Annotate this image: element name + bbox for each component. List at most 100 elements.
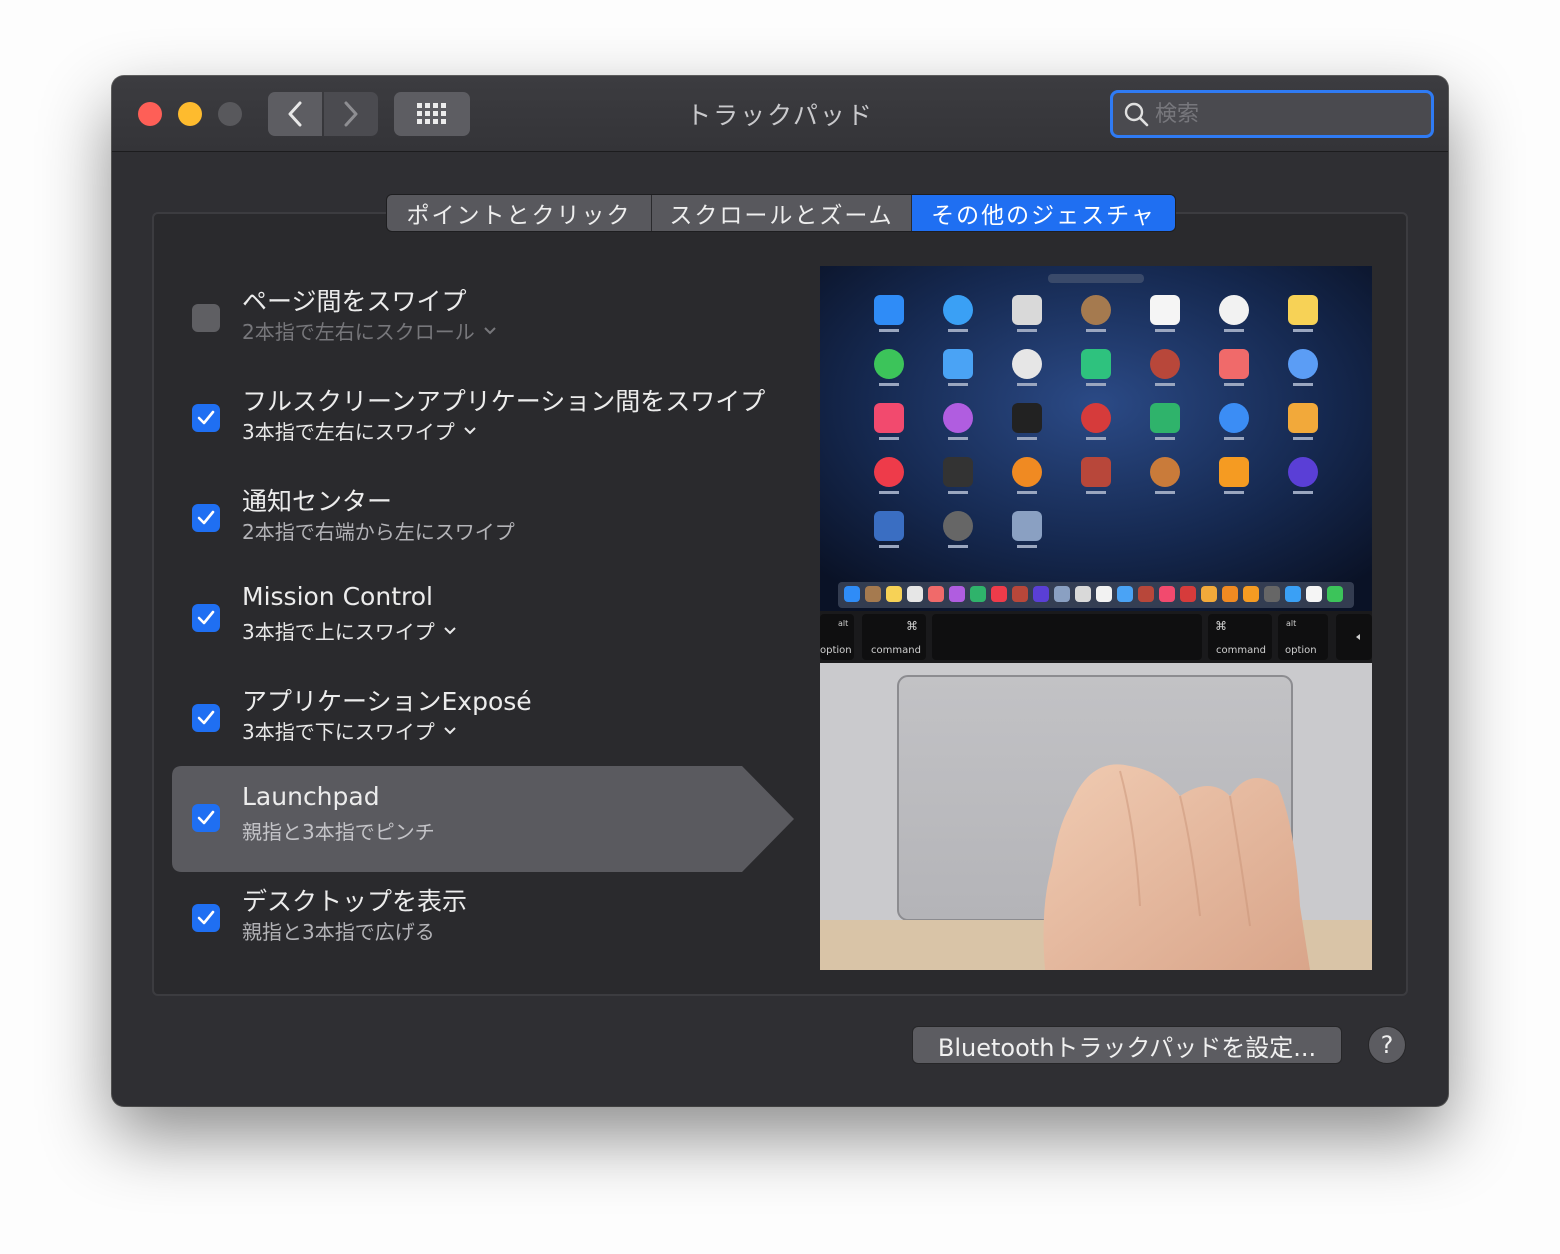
gesture-notification-center: 通知センター 2本指で右端から左にスワイプ (172, 472, 792, 572)
key-command-left: command (871, 645, 921, 656)
app-icon (1150, 403, 1180, 433)
app-icon-label-line (1155, 437, 1175, 440)
app-icon (874, 295, 904, 325)
help-button[interactable]: ? (1368, 1026, 1406, 1064)
checkmark-icon (197, 810, 215, 825)
app-icon-label-line (879, 383, 899, 386)
app-icon-label-line (1017, 383, 1037, 386)
chevron-down-icon (484, 326, 496, 334)
tab-point-and-click[interactable]: ポイントとクリック (387, 195, 651, 231)
app-icon (874, 457, 904, 487)
gesture-option-dropdown[interactable]: 3本指で下にスワイプ (242, 716, 457, 745)
app-icon-label-line (1155, 491, 1175, 494)
app-icon (1219, 403, 1249, 433)
checkbox-launchpad[interactable] (192, 804, 220, 832)
dock-icon (1054, 586, 1070, 602)
tab-scroll-and-zoom[interactable]: スクロールとズーム (651, 195, 911, 231)
dock-icon (1327, 586, 1343, 602)
app-icon (1219, 457, 1249, 487)
checkbox-notification-center[interactable] (192, 504, 220, 532)
checkbox-app-expose[interactable] (192, 704, 220, 732)
app-icon-label-line (1017, 491, 1037, 494)
app-icon (1081, 295, 1111, 325)
gesture-swipe-fullscreen-apps: フルスクリーンアプリケーション間をスワイプ 3本指で左右にスワイプ (172, 372, 792, 472)
gesture-preview-video: alt option ⌘ command ⌘ command alt optio… (820, 266, 1372, 970)
tab-bar: ポイントとクリック スクロールとズーム その他のジェスチャ (386, 194, 1176, 232)
checkmark-icon (197, 410, 215, 425)
dock-icon (1180, 586, 1196, 602)
setup-bluetooth-trackpad-button[interactable]: Bluetoothトラックパッドを設定... (912, 1026, 1342, 1064)
app-icon (1288, 403, 1318, 433)
app-icon (1288, 457, 1318, 487)
app-icon (943, 457, 973, 487)
app-icon-label-line (1224, 491, 1244, 494)
key-command-right: command (1216, 645, 1266, 656)
app-icon (1012, 511, 1042, 541)
dock-icon (907, 586, 923, 602)
app-icon (1150, 457, 1180, 487)
dock-icon (1033, 586, 1049, 602)
gesture-title: Launchpad (242, 782, 380, 811)
app-icon-label-line (879, 545, 899, 548)
gesture-title: デスクトップを表示 (242, 887, 468, 916)
app-icon-label-line (1293, 329, 1313, 332)
app-icon (1081, 457, 1111, 487)
key-option-right: option (1285, 645, 1317, 656)
gesture-subtitle: 親指と3本指でピンチ (242, 820, 435, 844)
gesture-description: 親指と3本指でピンチ (242, 816, 435, 845)
app-icon (1012, 403, 1042, 433)
dock-icon (1306, 586, 1322, 602)
app-icon (943, 295, 973, 325)
search-field[interactable] (1110, 90, 1434, 138)
title-bar: トラックパッド (112, 76, 1448, 152)
gesture-option-dropdown[interactable]: 3本指で左右にスワイプ (242, 416, 477, 445)
dock-icon (1096, 586, 1112, 602)
app-icon-label-line (948, 383, 968, 386)
app-icon (1081, 349, 1111, 379)
app-icon-label-line (948, 329, 968, 332)
app-icon (1081, 403, 1111, 433)
app-icon (1012, 457, 1042, 487)
chevron-down-icon (464, 426, 476, 434)
app-icon-label-line (948, 437, 968, 440)
app-icon-label-line (879, 491, 899, 494)
gesture-option-dropdown[interactable]: 3本指で上にスワイプ (242, 616, 457, 645)
app-icon-label-line (1086, 491, 1106, 494)
gesture-swipe-between-pages: ページ間をスワイプ 2本指で左右にスクロール (172, 272, 792, 372)
app-icon (1288, 295, 1318, 325)
checkbox-mission-control[interactable] (192, 604, 220, 632)
gesture-show-desktop: デスクトップを表示 親指と3本指で広げる (172, 872, 792, 972)
gesture-launchpad[interactable]: Launchpad 親指と3本指でピンチ (172, 772, 792, 872)
chevron-down-icon (444, 726, 456, 734)
checkbox-show-desktop[interactable] (192, 904, 220, 932)
app-icon (1219, 349, 1249, 379)
gesture-title: Mission Control (242, 582, 433, 611)
search-input[interactable] (1155, 101, 1415, 127)
launchpad-preview-illustration: alt option ⌘ command ⌘ command alt optio… (820, 266, 1372, 970)
tab-more-gestures[interactable]: その他のジェスチャ (911, 195, 1175, 231)
app-icon (1012, 295, 1042, 325)
checkmark-icon (197, 510, 215, 525)
checkbox-swipe-fullscreen-apps[interactable] (192, 404, 220, 432)
app-icon-label-line (948, 491, 968, 494)
dock-icon (1264, 586, 1280, 602)
app-icon (874, 403, 904, 433)
dock-icon (1243, 586, 1259, 602)
gesture-subtitle: 3本指で下にスワイプ (242, 720, 435, 744)
key-alt-right: alt (1286, 619, 1296, 628)
chevron-down-icon (444, 626, 456, 634)
app-icon-label-line (1086, 383, 1106, 386)
app-icon (874, 349, 904, 379)
app-icon-label-line (1017, 545, 1037, 548)
checkbox-swipe-between-pages[interactable] (192, 304, 220, 332)
app-icon-label-line (1224, 329, 1244, 332)
dock-icon (865, 586, 881, 602)
app-icon-label-line (1224, 383, 1244, 386)
gesture-subtitle: 親指と3本指で広げる (242, 920, 435, 944)
dock-icon (1117, 586, 1133, 602)
key-option-left: option (820, 645, 852, 656)
gesture-title: アプリケーションExposé (242, 687, 532, 716)
gesture-option-dropdown[interactable]: 2本指で左右にスクロール (242, 316, 497, 345)
app-icon-label-line (879, 437, 899, 440)
gesture-description: 2本指で右端から左にスワイプ (242, 516, 515, 545)
